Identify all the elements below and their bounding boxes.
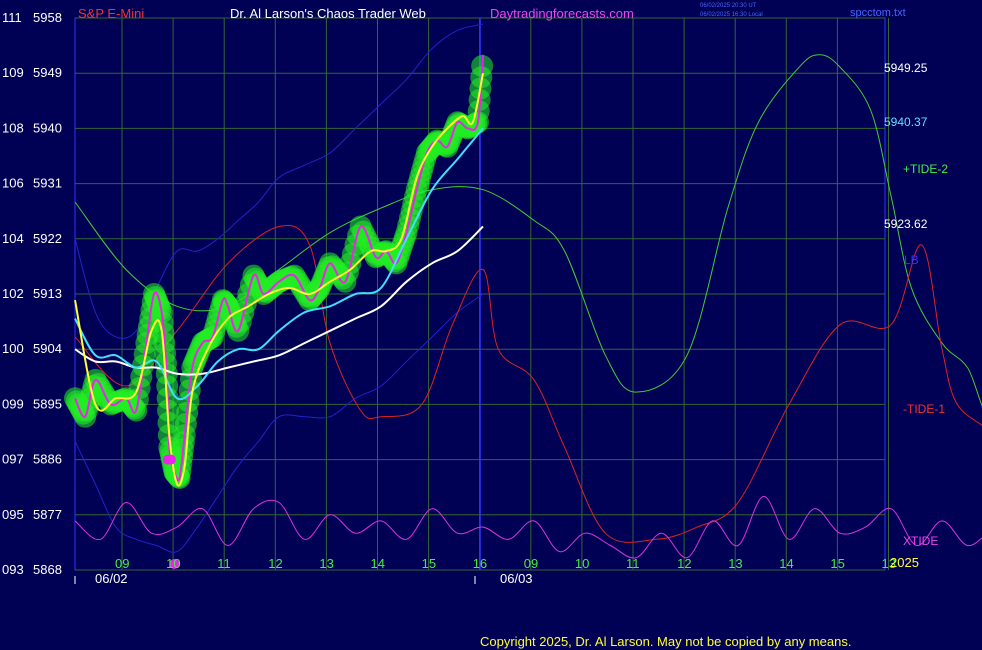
time-utc: 06/02/2025 20:30 UT: [700, 3, 757, 9]
x-date-label: 06/02: [95, 571, 128, 586]
x-tick-hour: 13: [728, 556, 742, 571]
y-tick-tide: 111: [2, 10, 22, 25]
y-tick-price: 5877: [33, 507, 62, 522]
y-tick-price: 5922: [33, 231, 62, 246]
y-tick-tide: 102: [2, 286, 24, 301]
right-label: -TIDE-1: [903, 402, 945, 416]
y-tick-price: 5895: [33, 396, 62, 411]
y-tick-tide: 095: [2, 507, 24, 522]
y-tick-price: 5949: [33, 65, 62, 80]
y-tick-price: 5940: [33, 120, 62, 135]
x-tick-hour: 11: [217, 556, 231, 571]
x-tick-hour: 12: [677, 556, 691, 571]
marker-dot: [165, 454, 176, 465]
x-tick-hour: 15: [830, 556, 844, 571]
y-tick-price: 5931: [33, 176, 62, 191]
chart-file: spcctom.txt: [850, 7, 906, 19]
y-tick-tide: 097: [2, 452, 24, 467]
x-tick-hour: 10: [575, 556, 589, 571]
y-tick-price: 5886: [33, 452, 62, 467]
x-tick-hour: 16: [473, 556, 487, 571]
x-tick-hour: 09: [524, 556, 538, 571]
x-tick-hour: 15: [422, 556, 436, 571]
y-tick-tide: 106: [2, 176, 24, 191]
site-title: Dr. Al Larson's Chaos Trader Web: [230, 6, 426, 21]
y-tick-price: 5913: [33, 286, 62, 301]
x-date-label: 06/03: [500, 571, 533, 586]
copyright: Copyright 2025, Dr. Al Larson. May not b…: [480, 634, 851, 649]
instrument-title: S&P E-Mini: [78, 6, 144, 21]
right-label: 5949.25: [884, 61, 928, 75]
y-tick-tide: 104: [2, 231, 24, 246]
right-label: XTIDE: [903, 534, 938, 548]
x-tick-hour: 11: [626, 556, 640, 571]
time-local: 06/02/2025 16:30 Local: [700, 12, 763, 18]
right-label: LB: [904, 253, 919, 267]
y-tick-tide: 100: [2, 341, 24, 356]
y-tick-tide: 109: [2, 65, 24, 80]
x-tick-hour: 13: [319, 556, 333, 571]
right-label: +TIDE-2: [903, 162, 948, 176]
chaos-chart: 111 5958 109 5949 108 5940 106 5931 104 5922 102 59…: [2, 3, 982, 649]
y-tick-tide: 099: [2, 396, 24, 411]
y-tick-price: 5868: [33, 562, 62, 577]
y-tick-price: 5958: [33, 10, 62, 25]
right-label: 5923.62: [884, 217, 928, 231]
x-tick-hour: 12: [268, 556, 282, 571]
right-label: 5940.37: [884, 115, 928, 129]
x-tick-hour: 09: [115, 556, 129, 571]
year-label: 2025: [890, 555, 919, 570]
y-tick-tide: 093: [2, 562, 24, 577]
x-tick-hour: 10: [166, 556, 180, 571]
y-tick-tide: 108: [2, 120, 24, 135]
y-tick-price: 5904: [33, 341, 62, 356]
site-url-link[interactable]: Daytradingforecasts.com: [490, 6, 634, 21]
x-tick-hour: 14: [779, 556, 793, 571]
x-tick-hour: 14: [371, 556, 385, 571]
